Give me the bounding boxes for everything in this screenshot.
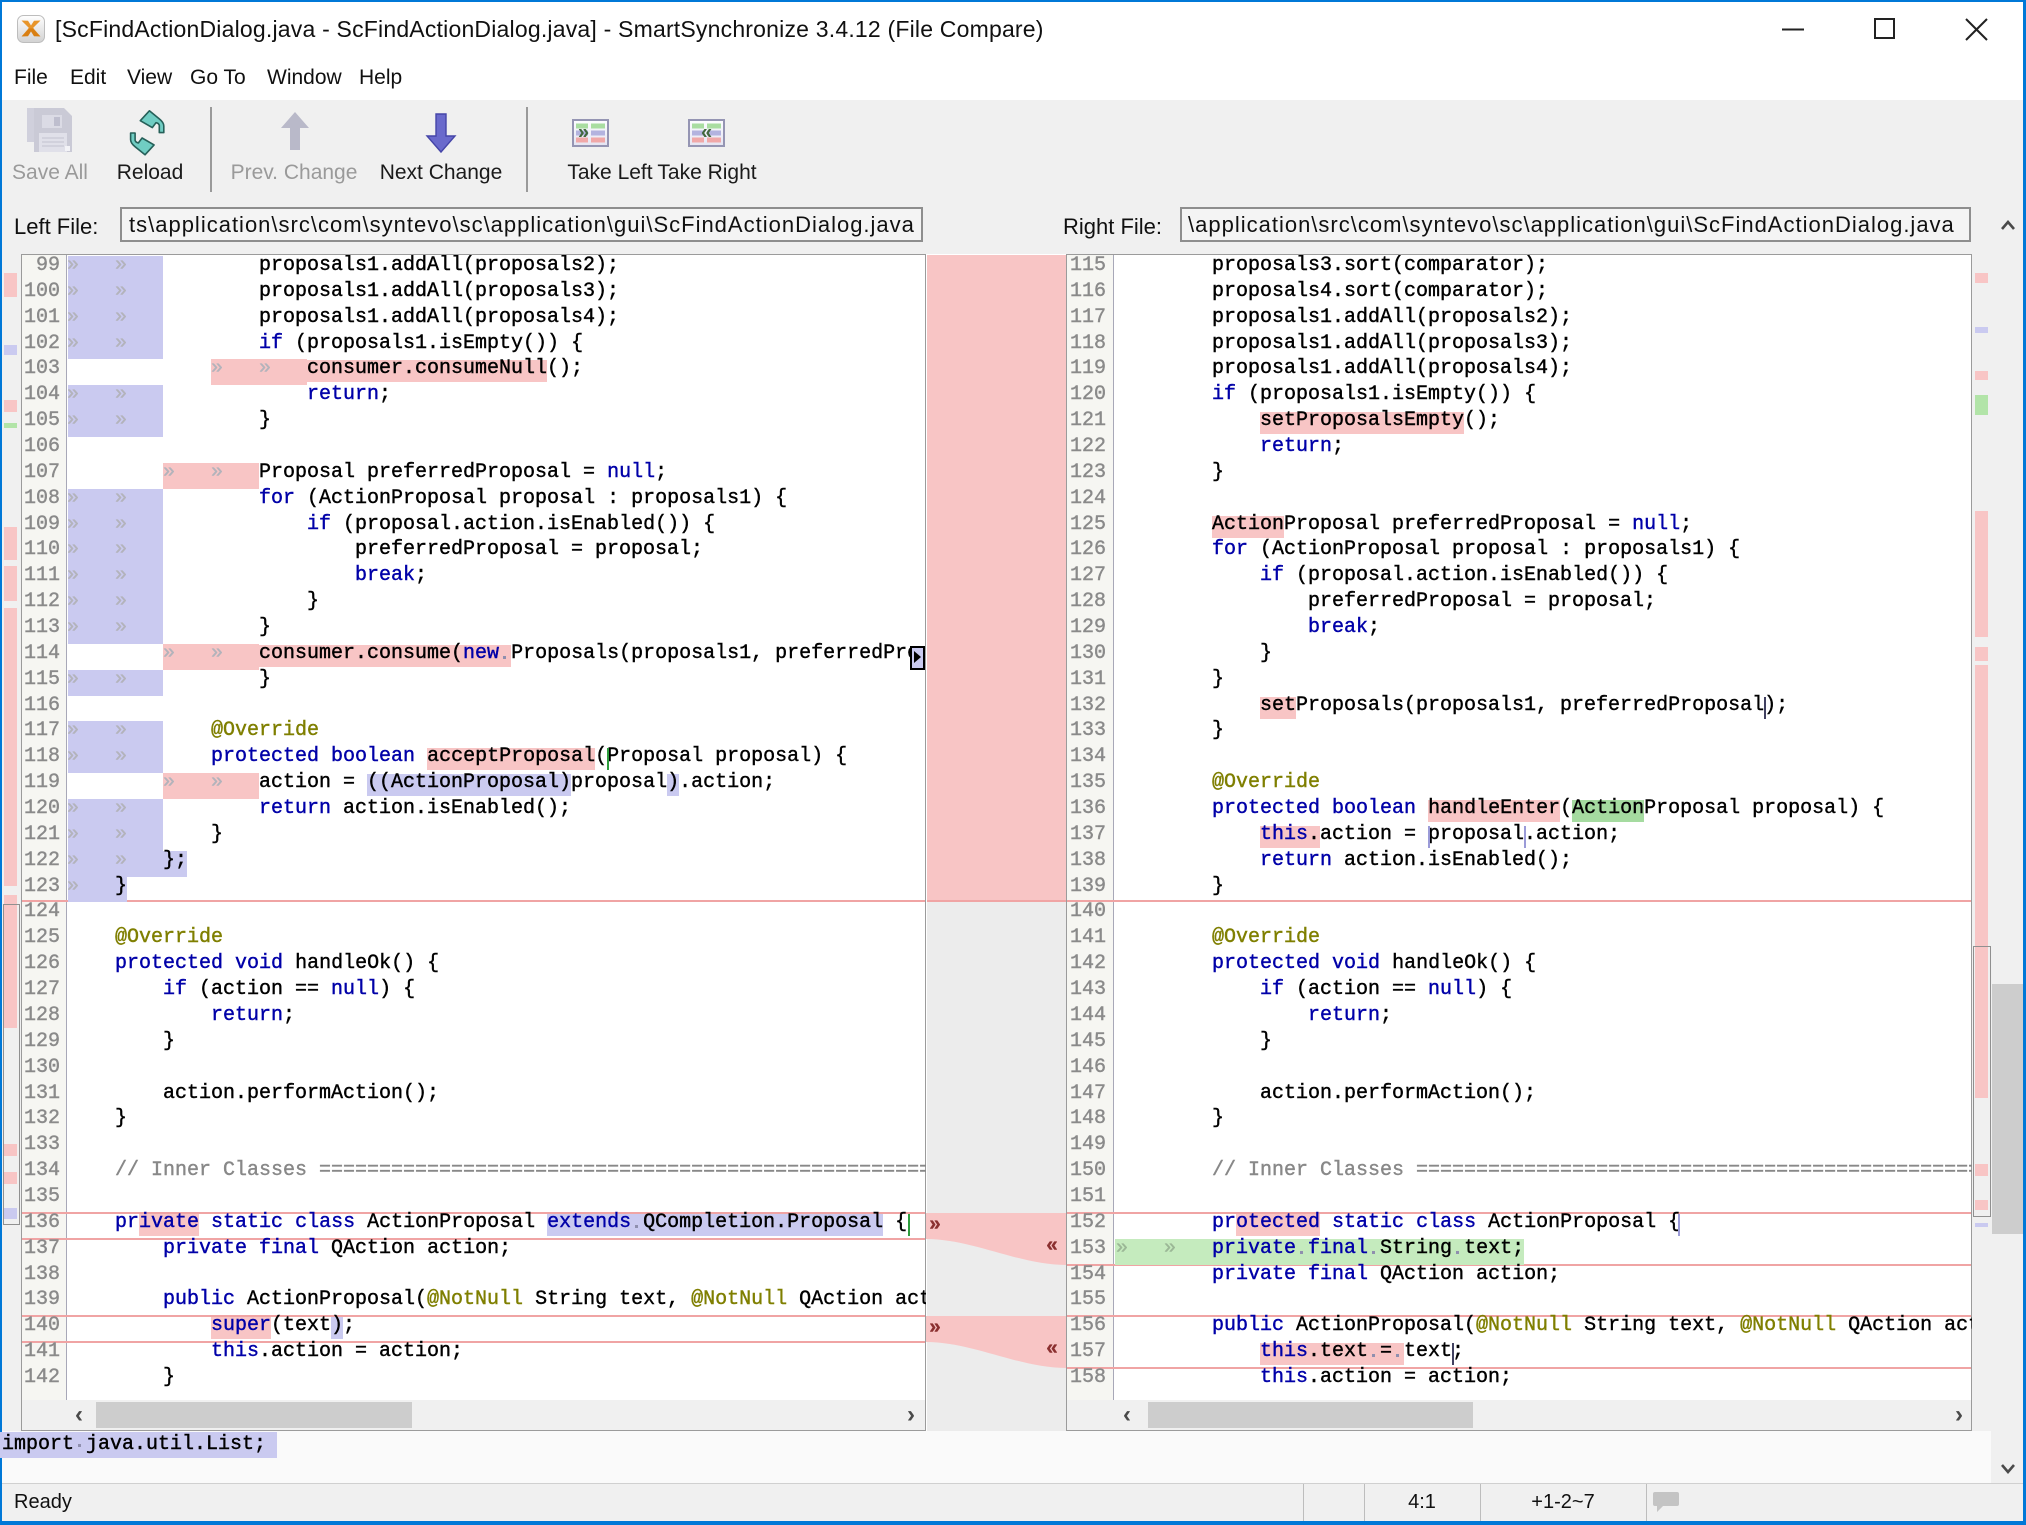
svg-text:»: » — [578, 122, 589, 144]
svg-text:«: « — [701, 122, 712, 144]
